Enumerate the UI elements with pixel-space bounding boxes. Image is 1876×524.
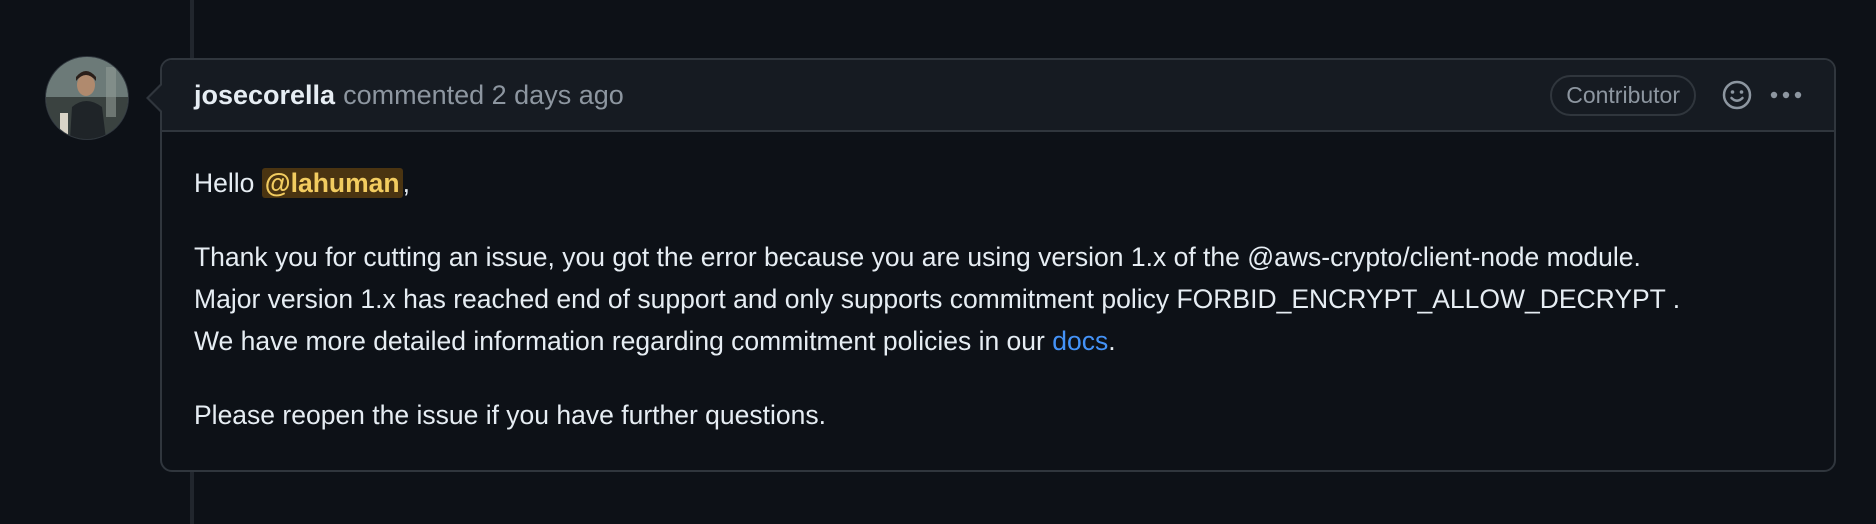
explanation-line-1: Thank you for cutting an issue, you got … [194, 242, 1641, 272]
closing-paragraph: Please reopen the issue if you have furt… [194, 400, 826, 430]
avatar[interactable] [46, 57, 128, 139]
comment-card: josecorella commented 2 days ago Contrib… [146, 58, 1836, 472]
explanation-line-3: We have more detailed information regard… [194, 326, 1045, 356]
explanation-line-2: Major version 1.x has reached end of sup… [194, 284, 1681, 314]
smiley-icon[interactable] [1720, 78, 1754, 112]
explanation-period: . [1108, 326, 1116, 356]
comment-body: Hello @lahuman, Thank you for cutting an… [162, 132, 1834, 436]
role-badge: Contributor [1550, 74, 1696, 116]
user-mention[interactable]: @lahuman [261, 168, 403, 198]
comment-header-actions: Contributor [1550, 60, 1804, 130]
greeting-paragraph: Hello @lahuman, [194, 162, 1802, 204]
greeting-text: Hello [194, 168, 255, 198]
comment-header: josecorella commented 2 days ago Contrib… [162, 60, 1834, 132]
avatar-image [46, 57, 128, 139]
comment-pointer-fill [149, 84, 163, 112]
comment-author[interactable]: josecorella [194, 80, 335, 111]
greeting-punctuation: , [402, 168, 410, 198]
explanation-paragraph: Thank you for cutting an issue, you got … [194, 236, 1802, 362]
docs-link[interactable]: docs [1052, 326, 1108, 356]
kebab-horizontal-icon[interactable] [1768, 78, 1804, 112]
comment-timestamp[interactable]: commented 2 days ago [343, 80, 624, 111]
